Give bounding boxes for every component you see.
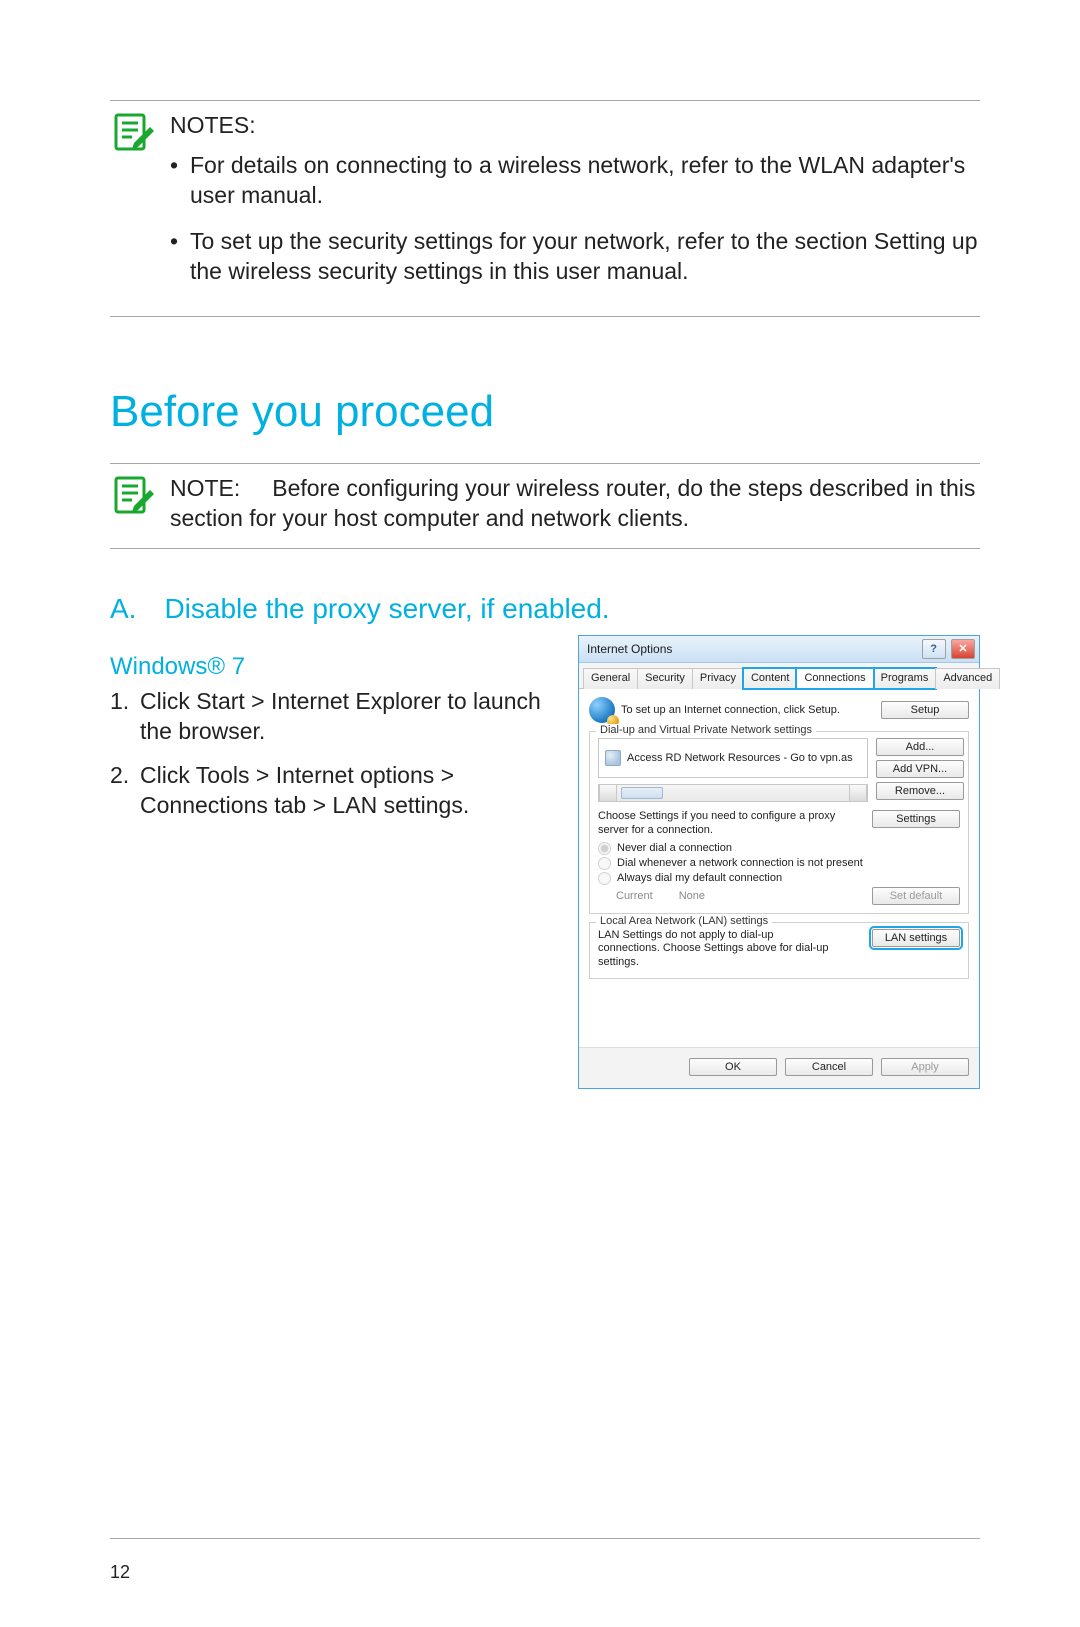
- add-vpn-button[interactable]: Add VPN...: [876, 760, 964, 778]
- notes-bullet: To set up the security settings for your…: [170, 227, 980, 287]
- lan-legend: Local Area Network (LAN) settings: [596, 915, 772, 927]
- note-icon: [110, 474, 170, 518]
- divider: [110, 316, 980, 317]
- apply-button[interactable]: Apply: [881, 1058, 969, 1076]
- tab-security[interactable]: Security: [637, 668, 693, 689]
- set-default-button[interactable]: Set default: [872, 887, 960, 905]
- step-item: Click Start > Internet Explorer to launc…: [110, 687, 558, 747]
- note-block: NOTE: Before configuring your wireless r…: [110, 464, 980, 548]
- note-icon: [110, 111, 170, 155]
- connection-item: Access RD Network Resources - Go to vpn.…: [627, 752, 853, 764]
- tab-connections[interactable]: Connections: [796, 668, 873, 689]
- lan-settings-button[interactable]: LAN settings: [872, 929, 960, 947]
- note-label: NOTE:: [170, 475, 240, 501]
- listbox-scrollbar[interactable]: [598, 784, 868, 802]
- setup-description: To set up an Internet connection, click …: [621, 704, 875, 717]
- radio-dial-when-no-net[interactable]: Dial whenever a network connection is no…: [598, 857, 960, 870]
- globe-icon: [589, 697, 615, 723]
- add-button[interactable]: Add...: [876, 738, 964, 756]
- remove-button[interactable]: Remove...: [876, 782, 964, 800]
- tab-general[interactable]: General: [583, 668, 638, 689]
- setup-button[interactable]: Setup: [881, 701, 969, 719]
- note-text: Before configuring your wireless router,…: [170, 475, 975, 531]
- dialog-tabs: General Security Privacy Content Connect…: [579, 663, 979, 689]
- internet-options-dialog: Internet Options ? ✕ General Security Pr…: [578, 635, 980, 1089]
- page-number: 12: [110, 1562, 130, 1583]
- proxy-description: Choose Settings if you need to configure…: [598, 810, 864, 838]
- tab-programs[interactable]: Programs: [873, 668, 937, 689]
- dialog-title: Internet Options: [587, 642, 672, 656]
- tab-content[interactable]: Content: [743, 668, 798, 689]
- tab-privacy[interactable]: Privacy: [692, 668, 744, 689]
- connections-listbox[interactable]: Access RD Network Resources - Go to vpn.…: [598, 738, 868, 778]
- lan-settings-group: Local Area Network (LAN) settings LAN Se…: [589, 922, 969, 979]
- current-label: Current: [616, 890, 653, 902]
- help-button[interactable]: ?: [922, 639, 946, 659]
- step-item: Click Tools > Internet options > Connect…: [110, 761, 558, 821]
- manual-page: NOTES: For details on connecting to a wi…: [0, 0, 1080, 1627]
- dialog-footer: OK Cancel Apply: [579, 1047, 979, 1088]
- section-heading: Before you proceed: [110, 387, 980, 437]
- close-button[interactable]: ✕: [951, 639, 975, 659]
- radio-always-dial[interactable]: Always dial my default connection: [598, 872, 960, 885]
- settings-button[interactable]: Settings: [872, 810, 960, 828]
- dialup-legend: Dial-up and Virtual Private Network sett…: [596, 724, 816, 736]
- subsection-a-heading: A. Disable the proxy server, if enabled.: [110, 593, 980, 625]
- cancel-button[interactable]: Cancel: [785, 1058, 873, 1076]
- step-list: Click Start > Internet Explorer to launc…: [110, 687, 558, 821]
- notes-label: NOTES:: [170, 111, 980, 141]
- tab-advanced[interactable]: Advanced: [935, 668, 1000, 689]
- lan-description: LAN Settings do not apply to dial-up con…: [598, 929, 838, 970]
- divider: [110, 548, 980, 549]
- ok-button[interactable]: OK: [689, 1058, 777, 1076]
- radio-never-dial[interactable]: Never dial a connection: [598, 842, 960, 855]
- footer-divider: [110, 1538, 980, 1539]
- notes-bullet-list: For details on connecting to a wireless …: [170, 151, 980, 287]
- dial-radio-group: Never dial a connection Dial whenever a …: [598, 842, 960, 885]
- notes-block: NOTES: For details on connecting to a wi…: [110, 101, 980, 316]
- notes-bullet: For details on connecting to a wireless …: [170, 151, 980, 211]
- dialup-vpn-group: Dial-up and Virtual Private Network sett…: [589, 731, 969, 914]
- current-value: None: [679, 890, 705, 902]
- connection-icon: [605, 750, 621, 766]
- os-heading: Windows® 7: [110, 653, 558, 681]
- dialog-titlebar[interactable]: Internet Options ? ✕: [579, 636, 979, 663]
